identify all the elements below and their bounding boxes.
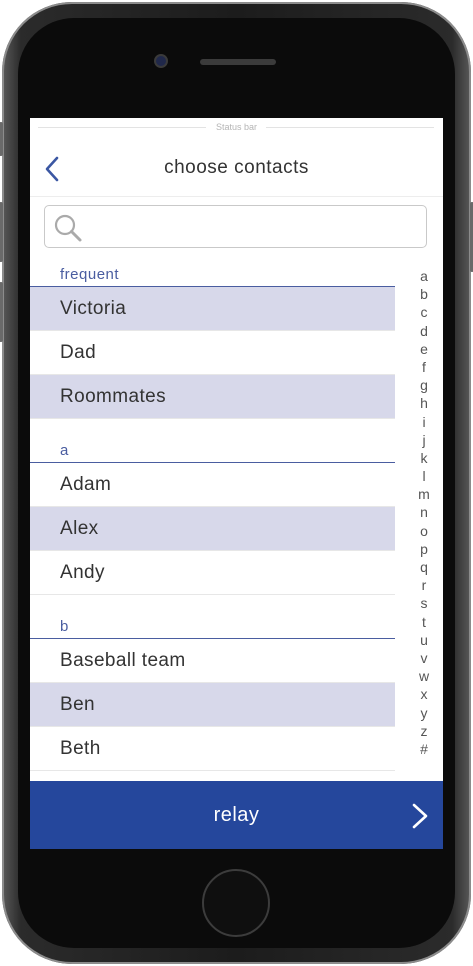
contact-row[interactable]: Ben xyxy=(30,683,395,727)
search-icon xyxy=(54,214,82,242)
index-letter[interactable]: d xyxy=(414,322,434,340)
index-letter[interactable]: z xyxy=(414,722,434,740)
index-letter[interactable]: u xyxy=(414,631,434,649)
index-letter[interactable]: s xyxy=(414,594,434,612)
section-header-a: a xyxy=(30,434,395,463)
contact-name: Dad xyxy=(60,342,97,363)
contact-name: Roommates xyxy=(60,386,167,407)
contact-row[interactable]: Andy xyxy=(30,551,395,595)
contact-name: Baseball team xyxy=(60,650,186,671)
index-letter[interactable]: n xyxy=(414,503,434,521)
front-camera xyxy=(154,54,168,68)
search-input[interactable] xyxy=(89,212,423,242)
section-header-b: b xyxy=(30,610,395,639)
index-letter[interactable]: g xyxy=(414,376,434,394)
index-letter[interactable]: m xyxy=(414,485,434,503)
contact-name: Adam xyxy=(60,474,112,495)
index-letter[interactable]: w xyxy=(414,667,434,685)
alphabet-index[interactable]: a b c d e f g h i j k l m n o p q r s t u v w x y z # xyxy=(414,267,434,758)
index-letter[interactable]: f xyxy=(414,358,434,376)
index-letter[interactable]: y xyxy=(414,704,434,722)
index-letter[interactable]: i xyxy=(414,413,434,431)
contact-row[interactable]: Victoria xyxy=(30,287,395,331)
contact-name: Alex xyxy=(60,518,99,539)
section-header-frequent: frequent xyxy=(30,258,395,287)
index-letter[interactable]: l xyxy=(414,467,434,485)
index-letter[interactable]: o xyxy=(414,522,434,540)
contact-row[interactable]: Alex xyxy=(30,507,395,551)
app-screen: Status bar choose contacts frequent Vict… xyxy=(30,118,443,849)
contact-name: Victoria xyxy=(60,298,127,319)
relay-button-label: relay xyxy=(213,804,260,826)
relay-button[interactable]: relay xyxy=(30,781,443,849)
status-bar-label: Status bar xyxy=(215,122,258,132)
page-title: choose contacts xyxy=(164,157,309,178)
index-letter[interactable]: h xyxy=(414,394,434,412)
index-letter[interactable]: b xyxy=(414,285,434,303)
contact-list: frequent Victoria Dad Roommates a Adam A… xyxy=(30,258,395,771)
nav-bar: choose contacts xyxy=(30,138,443,197)
home-button[interactable] xyxy=(202,869,270,937)
volume-up-button xyxy=(0,202,3,262)
index-letter[interactable]: j xyxy=(414,431,434,449)
section-header-label: b xyxy=(60,618,69,635)
index-letter[interactable]: x xyxy=(414,685,434,703)
contact-name: Ben xyxy=(60,694,96,715)
section-header-label: a xyxy=(60,442,69,459)
search-box[interactable] xyxy=(44,205,427,248)
index-letter[interactable]: r xyxy=(414,576,434,594)
contact-row[interactable]: Baseball team xyxy=(30,639,395,683)
index-letter[interactable]: t xyxy=(414,613,434,631)
contact-row[interactable]: Roommates xyxy=(30,375,395,419)
status-bar: Status bar xyxy=(30,118,443,138)
volume-down-button xyxy=(0,282,3,342)
contact-row[interactable]: Dad xyxy=(30,331,395,375)
contact-name: Beth xyxy=(60,738,101,759)
contact-name: Andy xyxy=(60,562,105,583)
contact-row[interactable]: Beth xyxy=(30,727,395,771)
section-header-label: frequent xyxy=(60,266,120,283)
contact-row[interactable]: Adam xyxy=(30,463,395,507)
index-letter[interactable]: # xyxy=(414,740,434,758)
mute-switch xyxy=(0,122,3,156)
index-letter[interactable]: q xyxy=(414,558,434,576)
index-letter[interactable]: v xyxy=(414,649,434,667)
index-letter[interactable]: e xyxy=(414,340,434,358)
index-letter[interactable]: k xyxy=(414,449,434,467)
index-letter[interactable]: a xyxy=(414,267,434,285)
earpiece-speaker xyxy=(200,59,276,65)
index-letter[interactable]: c xyxy=(414,303,434,321)
index-letter[interactable]: p xyxy=(414,540,434,558)
chevron-right-icon xyxy=(412,803,428,829)
